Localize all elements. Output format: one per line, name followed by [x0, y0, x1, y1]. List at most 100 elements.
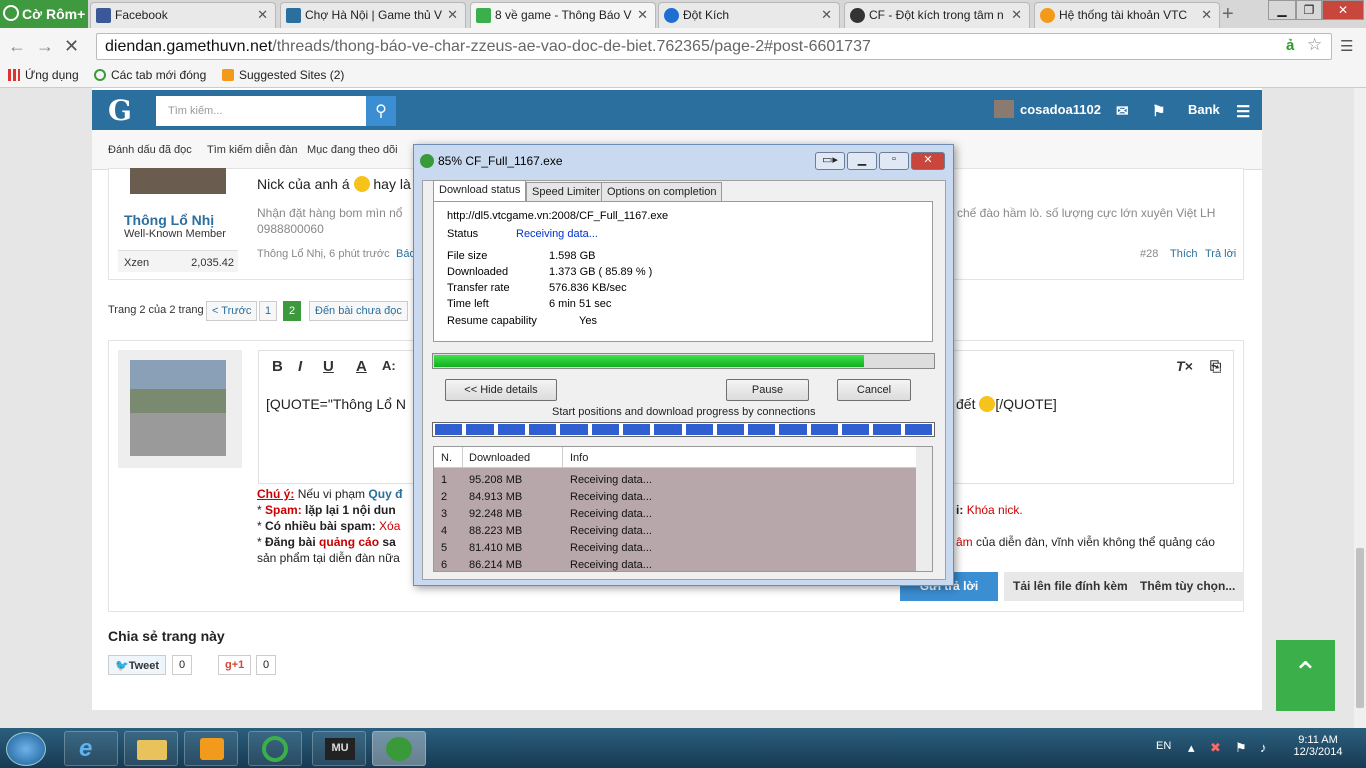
source-toggle-icon[interactable]: ⎘ — [1210, 358, 1221, 375]
network-error-icon[interactable]: ✖ — [1210, 740, 1221, 756]
editor-quote-start: [QUOTE="Thông Lổ N — [266, 396, 406, 412]
connection-segment — [591, 424, 619, 435]
list-cell-n: 3 — [441, 508, 448, 520]
list-cell-info: Receiving data... — [570, 508, 652, 520]
action-center-icon[interactable]: ⚑ — [1235, 740, 1247, 756]
forum-logo[interactable]: G — [108, 94, 132, 127]
pager-prev[interactable]: < Trước — [206, 301, 258, 321]
underline-icon[interactable]: U — [323, 358, 334, 375]
idm-taskbar-icon[interactable] — [372, 731, 426, 766]
bold-icon[interactable]: B — [272, 358, 283, 375]
search-icon[interactable]: ⚲ — [366, 96, 396, 126]
col-n[interactable]: N. — [441, 452, 452, 464]
pager-page-2[interactable]: 2 — [283, 301, 302, 321]
col-info[interactable]: Info — [570, 452, 588, 464]
hide-details-button[interactable]: << Hide details — [445, 379, 557, 401]
tab-thong-bao[interactable]: 8 về game - Thông Báo V ✕ — [470, 2, 656, 28]
back-icon[interactable]: ← — [8, 36, 26, 57]
tab-facebook[interactable]: Facebook ✕ — [90, 2, 276, 28]
bookmark-suggested[interactable]: Suggested Sites (2) — [222, 68, 344, 82]
internet-explorer-icon[interactable]: e — [64, 731, 118, 766]
page-scrollbar[interactable] — [1354, 88, 1366, 728]
idm-close-icon[interactable]: ✕ — [911, 152, 945, 170]
avatar[interactable] — [994, 100, 1014, 118]
tab-download-status[interactable]: Download status — [433, 180, 527, 201]
list-cell-dl: 86.214 MB — [469, 559, 523, 571]
menu-icon[interactable]: ☰ — [1340, 37, 1353, 55]
bookmark-closed-tabs[interactable]: Các tab mới đóng — [94, 68, 206, 82]
like-link[interactable]: Thích — [1170, 248, 1198, 260]
close-tab-icon[interactable]: ✕ — [1011, 7, 1022, 23]
italic-icon[interactable]: I — [298, 358, 302, 375]
subnav-search-forum[interactable]: Tìm kiếm diễn đàn — [207, 144, 297, 156]
more-options-button[interactable]: Thêm tùy chọn... — [1131, 572, 1245, 601]
file-explorer-icon[interactable] — [124, 731, 178, 766]
stop-icon[interactable]: ✕ — [64, 36, 79, 57]
post-number[interactable]: #28 — [1140, 248, 1158, 260]
pager-page-1[interactable]: 1 — [259, 301, 278, 321]
new-tab-icon[interactable]: + — [1222, 3, 1234, 26]
restore-icon[interactable]: ❐ — [1296, 0, 1322, 20]
username-link[interactable]: cosadoa1102 — [1020, 102, 1101, 117]
avatar-photo — [130, 360, 226, 456]
mu-game-icon[interactable]: MU — [312, 731, 366, 766]
flag-icon[interactable]: ⚑ — [1152, 102, 1165, 120]
pager-unread[interactable]: Đến bài chưa đọc — [309, 301, 408, 321]
idm-minimize-tray-icon[interactable]: ▭▸ — [815, 152, 845, 170]
language-indicator[interactable]: EN — [1156, 740, 1171, 752]
bookmark-apps[interactable]: Ứng dụng — [8, 68, 79, 82]
address-bar[interactable]: diendan.gamethuvn.net/threads/thong-báo-… — [96, 33, 1332, 60]
minimize-icon[interactable]: ▁ — [1268, 0, 1296, 20]
bookmark-star-icon[interactable]: ☆ — [1307, 35, 1322, 55]
reply-link[interactable]: Trả lời — [1205, 248, 1236, 260]
coccoc-browser-icon[interactable] — [248, 731, 302, 766]
author-avatar[interactable] — [130, 168, 226, 194]
tab-vtc[interactable]: Hệ thống tài khoản VTC ✕ — [1034, 2, 1220, 28]
close-window-icon[interactable]: ✕ — [1322, 0, 1364, 20]
idm-minimize-icon[interactable]: ▁ — [847, 152, 877, 170]
scroll-thumb[interactable] — [1356, 548, 1364, 708]
font-color-icon[interactable]: A — [356, 358, 367, 375]
extension-icon[interactable]: ả — [1286, 37, 1294, 54]
volume-icon[interactable]: ♪ — [1260, 740, 1267, 755]
clock[interactable]: 9:11 AM 12/3/2014 — [1292, 734, 1344, 758]
rules-link[interactable]: Quy đ — [368, 487, 402, 501]
tab-options-on-completion[interactable]: Options on completion — [601, 182, 723, 201]
close-tab-icon[interactable]: ✕ — [637, 7, 648, 23]
coc-coc-menu-button[interactable]: Cờ Rôm+ — [0, 0, 88, 28]
close-tab-icon[interactable]: ✕ — [257, 7, 268, 23]
tweet-button[interactable]: 🐦Tweet — [108, 655, 167, 675]
mail-icon[interactable]: ✉ — [1116, 102, 1129, 120]
quote-end-text: đết — [956, 396, 976, 412]
apps-grid-icon — [8, 69, 20, 81]
rules-note: Chú ý: — [257, 487, 295, 501]
list-scrollbar[interactable] — [916, 447, 932, 571]
gplus-button[interactable]: g+1 — [218, 655, 252, 675]
idm-restore-icon[interactable]: ▫ — [879, 152, 909, 170]
close-tab-icon[interactable]: ✕ — [821, 7, 832, 23]
tab-dot-kich[interactable]: Đột Kích ✕ — [658, 2, 840, 28]
upload-attachment-button[interactable]: Tải lên file đính kèm — [1004, 572, 1137, 601]
forward-icon[interactable]: → — [36, 36, 54, 57]
media-player-icon[interactable] — [184, 731, 238, 766]
post-author[interactable]: Thông Lổ Nhị — [124, 212, 214, 228]
hamburger-icon[interactable]: ☰ — [1236, 102, 1250, 122]
tab-cho-ha-noi[interactable]: Chợ Hà Nội | Game thủ V ✕ — [280, 2, 466, 28]
subnav-watched[interactable]: Mục đang theo dõi — [307, 144, 398, 156]
cancel-button[interactable]: Cancel — [837, 379, 911, 401]
remove-format-icon[interactable]: T× — [1176, 358, 1193, 374]
tray-arrow-icon[interactable]: ▴ — [1188, 740, 1195, 756]
close-tab-icon[interactable]: ✕ — [1201, 7, 1212, 23]
bank-link[interactable]: Bank — [1188, 102, 1220, 117]
start-button-icon[interactable] — [6, 732, 46, 766]
cf-icon — [850, 8, 865, 23]
col-downloaded[interactable]: Downloaded — [469, 452, 530, 464]
font-size-icon[interactable]: A: — [382, 358, 396, 373]
tab-cf[interactable]: CF - Đột kích trong tâm n ✕ — [844, 2, 1030, 28]
subnav-mark-read[interactable]: Đánh dấu đã đọc — [108, 144, 192, 156]
pause-button[interactable]: Pause — [726, 379, 809, 401]
tab-speed-limiter[interactable]: Speed Limiter — [526, 182, 606, 201]
close-tab-icon[interactable]: ✕ — [447, 7, 458, 23]
scroll-top-icon[interactable]: ⌃ — [1276, 640, 1335, 711]
search-input[interactable]: Tìm kiếm... — [156, 96, 366, 126]
